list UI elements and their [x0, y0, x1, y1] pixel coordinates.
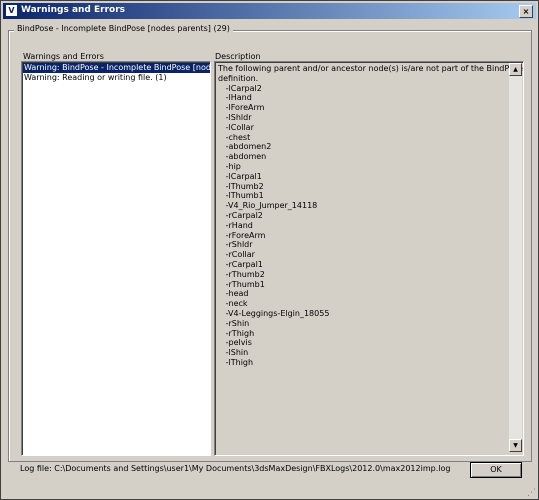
list-item[interactable]: Warning: Reading or writing file. (1)	[24, 73, 167, 83]
scroll-down-icon[interactable]: ▼	[509, 439, 522, 452]
log-file-path: Log file: C:\Documents and Settings\user…	[20, 464, 451, 473]
warnings-list[interactable]: Warning: BindPose - Incomplete BindPose …	[21, 61, 211, 456]
resize-grip-icon[interactable]: ⋰	[527, 488, 537, 498]
app-icon: V	[6, 5, 17, 16]
description-box[interactable]: The following parent and/or ancestor nod…	[214, 61, 524, 456]
ok-button[interactable]: OK	[470, 462, 522, 478]
list-item[interactable]: Warning: BindPose - Incomplete BindPose …	[23, 63, 210, 73]
list-pane-label: Warnings and Errors	[23, 52, 104, 61]
window-title: Warnings and Errors	[21, 5, 126, 15]
title-bar[interactable]: V Warnings and Errors ×	[3, 3, 536, 19]
group-label: BindPose - Incomplete BindPose [nodes pa…	[14, 24, 233, 33]
vertical-scrollbar[interactable]: ▲ ▼	[509, 63, 522, 452]
description-pane-label: Description	[215, 52, 261, 61]
description-text: The following parent and/or ancestor nod…	[218, 64, 523, 367]
scroll-up-icon[interactable]: ▲	[509, 63, 522, 76]
close-button[interactable]: ×	[519, 5, 533, 18]
